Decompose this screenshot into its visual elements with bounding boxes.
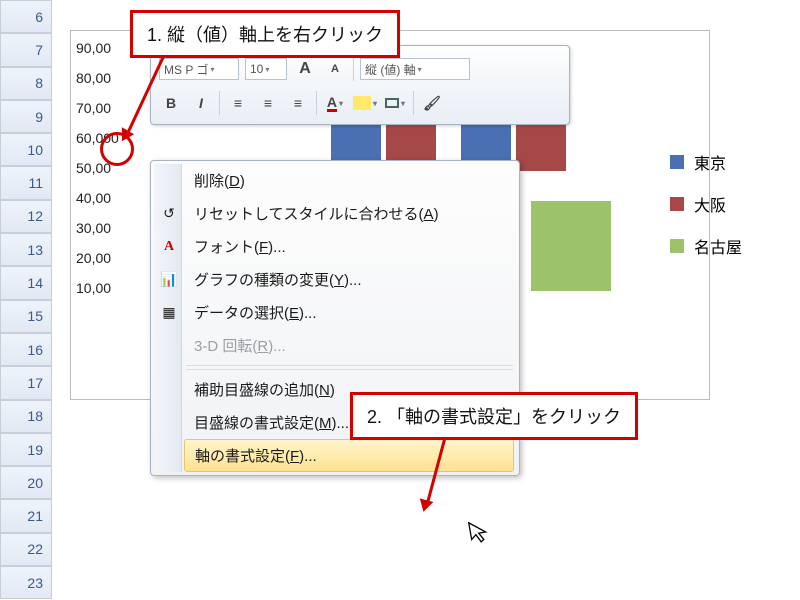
menu-item-label: 目盛線の書式設定(M)... <box>194 412 349 433</box>
row-header-9[interactable]: 9 <box>0 100 52 133</box>
align-center-button[interactable]: ≡ <box>256 91 280 115</box>
annotation-callout-1: 1. 縦（値）軸上を右クリック <box>130 10 400 58</box>
chart-icon: 📊 <box>159 270 179 290</box>
font-size-value: 10 <box>250 62 263 76</box>
menu-item[interactable]: 軸の書式設定(F)... <box>184 439 514 472</box>
legend-swatch <box>670 197 684 211</box>
row-header-22[interactable]: 22 <box>0 533 52 566</box>
align-right-button[interactable]: ≡ <box>286 91 310 115</box>
row-header-15[interactable]: 15 <box>0 300 52 333</box>
row-header-10[interactable]: 10 <box>0 133 52 166</box>
row-header-13[interactable]: 13 <box>0 233 52 266</box>
annotation-callout-2-text: 2. 「軸の書式設定」をクリック <box>367 407 621 427</box>
row-header-6[interactable]: 6 <box>0 0 52 33</box>
row-header-14[interactable]: 14 <box>0 266 52 299</box>
menu-item-label: 補助目盛線の追加(N) <box>194 379 335 400</box>
menu-item: 3-D 回転(R)... <box>154 329 516 362</box>
grow-font-label: A <box>299 60 311 78</box>
shrink-font-button[interactable]: A <box>323 57 347 81</box>
legend-item[interactable]: 東京 <box>670 150 770 174</box>
format-painter-button[interactable]: 🖌 <box>420 91 444 115</box>
axis-tick-label: 90,00 <box>76 40 111 56</box>
menu-item[interactable]: 削除(D) <box>154 164 516 197</box>
separator <box>353 57 354 81</box>
row-header-16[interactable]: 16 <box>0 333 52 366</box>
italic-button[interactable]: I <box>189 91 213 115</box>
legend-label: 大阪 <box>694 192 726 216</box>
axis-tick-label: 10,00 <box>76 280 111 296</box>
axis-tick-label: 40,00 <box>76 190 111 206</box>
align-left-button[interactable]: ≡ <box>226 91 250 115</box>
menu-item-label: リセットしてスタイルに合わせる(A) <box>194 203 439 224</box>
menu-item-label: グラフの種類の変更(Y)... <box>194 269 362 290</box>
chart-legend[interactable]: 東京大阪名古屋 <box>670 150 770 276</box>
row-header-19[interactable]: 19 <box>0 433 52 466</box>
axis-tick-label: 20,00 <box>76 250 111 266</box>
annotation-callout-1-text: 1. 縦（値）軸上を右クリック <box>147 25 383 45</box>
menu-item-label: 軸の書式設定(F)... <box>195 445 317 466</box>
axis-tick-label: 70,00 <box>76 100 111 116</box>
menu-item-label: 3-D 回転(R)... <box>194 335 286 356</box>
menu-item[interactable]: A フォント(F)... <box>154 230 516 263</box>
row-header-11[interactable]: 11 <box>0 166 52 199</box>
separator <box>316 91 317 115</box>
row-headers: 67891011121314151617181920212223 <box>0 0 52 599</box>
chart-element-value: 縦 (値) 軸 <box>365 61 416 78</box>
separator <box>219 91 220 115</box>
outline-color-button[interactable]: ▾ <box>383 91 407 115</box>
grow-font-button[interactable]: A <box>293 57 317 81</box>
bold-button[interactable]: B <box>159 91 183 115</box>
legend-item[interactable]: 大阪 <box>670 192 770 216</box>
row-header-8[interactable]: 8 <box>0 67 52 100</box>
A-icon: A <box>159 237 179 257</box>
table-icon: ▦ <box>159 303 179 323</box>
font-name-select[interactable]: MS P ゴ▾ <box>159 58 239 80</box>
row-header-18[interactable]: 18 <box>0 400 52 433</box>
menu-item[interactable]: ▦ データの選択(E)... <box>154 296 516 329</box>
annotation-callout-2: 2. 「軸の書式設定」をクリック <box>350 392 638 440</box>
shrink-font-label: A <box>331 63 339 75</box>
row-header-23[interactable]: 23 <box>0 566 52 599</box>
bar-nagoya[interactable] <box>531 201 611 291</box>
row-header-17[interactable]: 17 <box>0 366 52 399</box>
menu-separator <box>186 365 513 366</box>
bold-label: B <box>166 95 176 111</box>
legend-swatch <box>670 155 684 169</box>
reset-icon: ↺ <box>159 204 179 224</box>
italic-label: I <box>199 95 203 111</box>
font-size-select[interactable]: 10▾ <box>245 58 287 80</box>
axis-tick-label: 80,00 <box>76 70 111 86</box>
menu-item-label: 削除(D) <box>194 170 245 191</box>
axis-tick-label: 30,00 <box>76 220 111 236</box>
font-color-button[interactable]: A▾ <box>323 91 347 115</box>
legend-label: 名古屋 <box>694 234 742 258</box>
font-name-value: MS P ゴ <box>164 61 208 78</box>
row-header-21[interactable]: 21 <box>0 499 52 532</box>
legend-swatch <box>670 239 684 253</box>
separator <box>413 91 414 115</box>
menu-item-label: データの選択(E)... <box>194 302 317 323</box>
fill-color-button[interactable]: ▾ <box>353 91 377 115</box>
legend-item[interactable]: 名古屋 <box>670 234 770 258</box>
row-header-20[interactable]: 20 <box>0 466 52 499</box>
annotation-arrowhead-2 <box>417 498 434 513</box>
menu-item-label: フォント(F)... <box>194 236 286 257</box>
menu-separator <box>186 369 513 370</box>
chart-element-select[interactable]: 縦 (値) 軸▾ <box>360 58 470 80</box>
menu-item[interactable]: ↺ リセットしてスタイルに合わせる(A) <box>154 197 516 230</box>
row-header-12[interactable]: 12 <box>0 200 52 233</box>
mouse-cursor-icon <box>468 518 493 551</box>
legend-label: 東京 <box>694 150 726 174</box>
row-header-7[interactable]: 7 <box>0 33 52 66</box>
menu-item[interactable]: 📊 グラフの種類の変更(Y)... <box>154 263 516 296</box>
